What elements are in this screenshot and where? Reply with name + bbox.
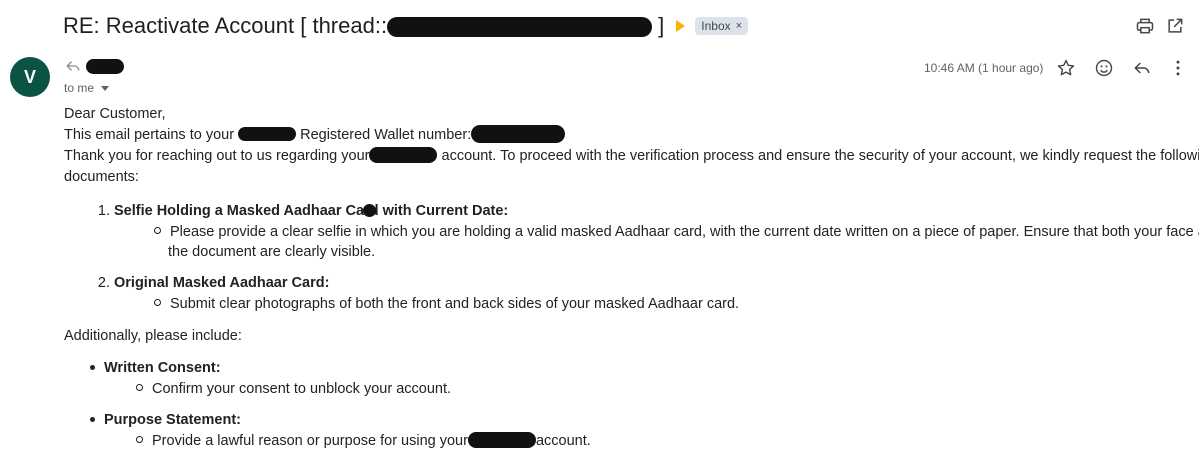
bullet-circle-icon	[136, 436, 143, 443]
more-vert-icon[interactable]	[1166, 56, 1190, 80]
open-in-new-window-icon[interactable]	[1163, 14, 1187, 38]
body-line-wallet-b: Registered Wallet number:	[300, 127, 472, 143]
body-line-thanks: Thank you for reaching out to us regardi…	[64, 146, 1199, 167]
redacted-brand	[467, 432, 536, 448]
redacted-wallet-number	[471, 125, 566, 143]
bullet-disc-icon	[90, 417, 95, 422]
redacted-brand	[369, 147, 438, 163]
list-item-detail: Provide a lawful reason or purpose for u…	[136, 431, 591, 452]
body-line-documents: documents:	[64, 169, 139, 185]
list-item-detail-text-a: Provide a lawful reason or purpose for u…	[152, 433, 468, 449]
bullet-disc-icon	[90, 365, 95, 370]
bullet-circle-icon	[154, 299, 161, 306]
sender-avatar[interactable]: V	[10, 57, 50, 97]
list-item: 2. Original Masked Aadhaar Card:	[96, 273, 330, 294]
redacted-brand	[238, 127, 297, 141]
list-item-title: Purpose Statement:	[104, 412, 241, 428]
body-line-thanks-a: Thank you for reaching out to us regardi…	[64, 148, 370, 164]
remove-label-icon[interactable]: ×	[736, 20, 742, 32]
inbox-label-chip[interactable]: Inbox ×	[695, 17, 749, 35]
list-item-detail: Submit clear photographs of both the fro…	[154, 294, 739, 315]
reply-icon	[64, 58, 84, 76]
list-item: 1. Selfie Holding a Masked Aadhaar Card w…	[96, 201, 508, 222]
email-subject: RE: Reactivate Account [ thread:: ]	[63, 13, 664, 39]
list-item-detail-text-b: account.	[535, 433, 591, 449]
list-item-detail-continued: the document are clearly visible.	[168, 244, 376, 260]
list-item-detail-text: Submit clear photographs of both the fro…	[170, 296, 740, 312]
inbox-label-text: Inbox	[701, 19, 731, 33]
reply-icon[interactable]	[1130, 56, 1154, 80]
importance-marker-icon[interactable]	[676, 20, 686, 32]
body-line-wallet-a: This email pertains to your	[64, 127, 235, 143]
redacted-sender-name	[86, 59, 124, 74]
redaction-dot	[363, 204, 376, 217]
redacted-thread-id	[387, 17, 653, 37]
body-line-additionally: Additionally, please include:	[64, 328, 242, 344]
list-item: Written Consent:	[90, 358, 221, 379]
subject-text-suffix: ]	[652, 13, 665, 38]
body-line-thanks-b: account. To proceed with the verificatio…	[441, 148, 1199, 164]
greeting: Dear Customer,	[64, 106, 166, 122]
bullet-circle-icon	[154, 227, 161, 234]
recipient-details-toggle[interactable]: to me	[64, 81, 110, 95]
list-item-number: 1.	[97, 203, 110, 219]
print-icon[interactable]	[1133, 14, 1157, 38]
chevron-down-icon	[101, 85, 110, 91]
list-item-title: Original Masked Aadhaar Card:	[114, 275, 330, 291]
list-item-number: 2.	[97, 275, 110, 291]
add-reaction-icon[interactable]	[1092, 56, 1116, 80]
list-item-title: Selfie Holding a Masked Aadhaar Card wit…	[114, 203, 509, 219]
list-item-detail: Confirm your consent to unblock your acc…	[136, 379, 451, 400]
to-me-text: to me	[64, 81, 95, 95]
message-timestamp: 10:46 AM (1 hour ago)	[924, 61, 1044, 75]
avatar-letter: V	[23, 66, 36, 87]
star-icon[interactable]	[1054, 56, 1078, 80]
subject-text-prefix: RE: Reactivate Account [ thread::	[63, 13, 388, 38]
list-item-detail-text: Confirm your consent to unblock your acc…	[152, 381, 452, 397]
body-line-wallet: This email pertains to your Registered W…	[64, 125, 566, 146]
list-item-title: Written Consent:	[104, 360, 221, 376]
list-item-detail: Please provide a clear selfie in which y…	[154, 222, 1199, 243]
bullet-circle-icon	[136, 384, 143, 391]
email-subject-row: RE: Reactivate Account [ thread:: ] Inbo…	[63, 11, 749, 41]
list-item: Purpose Statement:	[90, 410, 241, 431]
list-item-detail-text: Please provide a clear selfie in which y…	[170, 224, 1199, 240]
